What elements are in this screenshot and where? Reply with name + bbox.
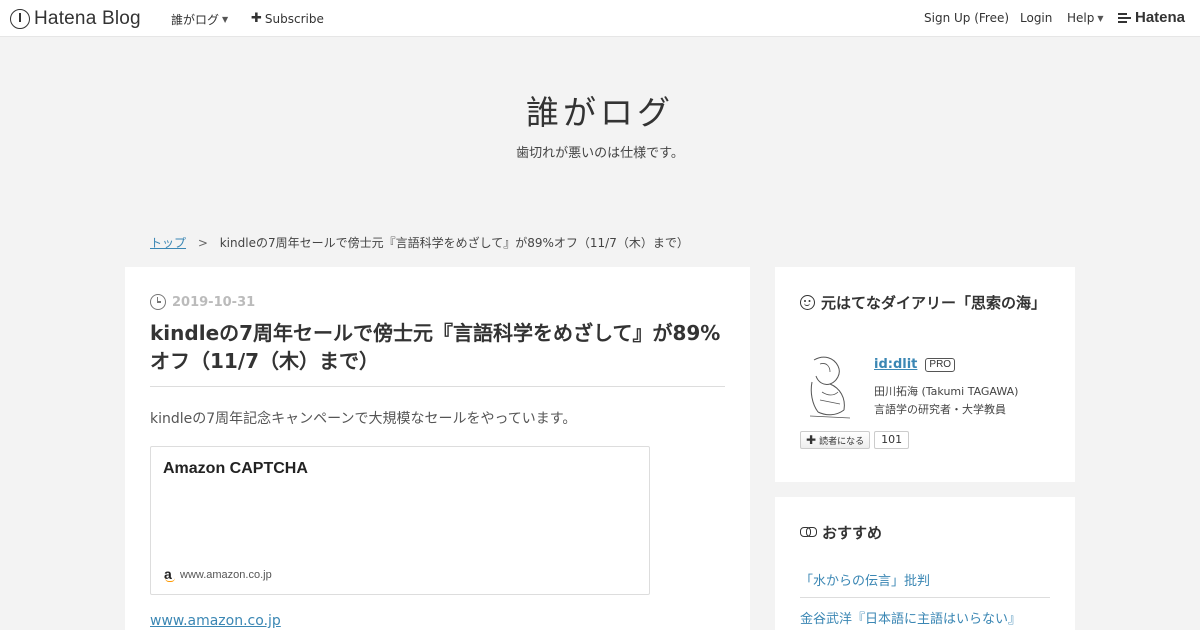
signup-link[interactable]: Sign Up (Free): [924, 11, 1009, 25]
profile-heading-text: 元はてなダイアリー「思索の海」: [821, 294, 1047, 312]
hatena-blog-logo[interactable]: Hatena Blog: [10, 8, 141, 30]
become-reader-button[interactable]: ✚ 読者になる: [800, 431, 871, 449]
entry-lead: kindleの7周年記念キャンペーンで大規模なセールをやっています。: [150, 411, 577, 427]
entry-date[interactable]: 2019-10-31: [150, 294, 255, 310]
caret-down-icon: ▼: [1097, 13, 1104, 23]
recommend-heading: おすすめ: [800, 521, 882, 545]
plus-icon: ✚: [806, 433, 817, 447]
amazon-link[interactable]: www.amazon.co.jp: [150, 613, 281, 629]
recommend-heading-text: おすすめ: [822, 524, 883, 542]
hatena-mark-icon: [1118, 12, 1131, 23]
amazon-favicon-icon: a: [164, 567, 175, 582]
subscribe-label: Subscribe: [264, 11, 324, 26]
profile-heading: 元はてなダイアリー「思索の海」: [800, 291, 1050, 315]
profile-id-link[interactable]: id:dlit: [874, 357, 917, 372]
entry-article: 2019-10-31 kindleの7周年セールで傍士元『言語科学をめざして』が…: [125, 267, 750, 630]
embed-source: a www.amazon.co.jp: [164, 567, 272, 582]
hatena-logo-text: Hatena: [1135, 9, 1186, 26]
pro-badge[interactable]: PRO: [925, 357, 956, 372]
link-embed-card[interactable]: Amazon CAPTCHA a www.amazon.co.jp: [150, 446, 650, 595]
recommend-item[interactable]: 「水からの伝言」批判: [800, 570, 1050, 598]
logo-text: Hatena Blog: [34, 8, 141, 29]
profile-module: 元はてなダイアリー「思索の海」 id:dlit PRO 田川拓海 (Takumi…: [775, 267, 1075, 482]
subscribe-widget: ✚ 読者になる 101: [800, 431, 910, 449]
profile-name: 田川拓海 (Takumi TAGAWA): [874, 385, 1019, 398]
recommend-module: おすすめ 「水からの伝言」批判 金谷武洋『日本語に主語はいらない』: [775, 497, 1075, 630]
link-icon: [800, 527, 817, 537]
embed-title: Amazon CAPTCHA: [163, 460, 308, 477]
embed-domain: www.amazon.co.jp: [180, 569, 272, 581]
clock-icon: [150, 294, 166, 310]
avatar-sketch: [809, 356, 851, 419]
breadcrumb-separator: >: [197, 236, 208, 250]
breadcrumb-home-link[interactable]: トップ: [150, 236, 186, 250]
subscriber-count[interactable]: 101: [874, 431, 910, 449]
entry-date-text: 2019-10-31: [172, 294, 256, 310]
breadcrumb-current: kindleの7周年セールで傍士元『言語科学をめざして』が89%オフ（11/7（…: [219, 236, 689, 250]
help-menu-button[interactable]: Help ▼: [1067, 11, 1104, 25]
entry-title[interactable]: kindleの7周年セールで傍士元『言語科学をめざして』が89%オフ（11/7（…: [150, 319, 725, 387]
become-reader-label: 読者になる: [819, 436, 865, 447]
hatena-logo[interactable]: Hatena: [1118, 9, 1185, 26]
global-header: Hatena Blog 誰がログ ▼ ✚ Subscribe Sign Up (…: [0, 0, 1200, 37]
avatar[interactable]: [800, 352, 860, 422]
blog-title[interactable]: 誰がログ: [0, 86, 1200, 134]
plus-icon: ✚: [251, 11, 262, 26]
help-label: Help: [1067, 11, 1095, 25]
profile-bio: 言語学の研究者・大学教員: [874, 403, 1006, 416]
caret-down-icon: ▼: [222, 15, 229, 24]
blog-menu-button[interactable]: 誰がログ ▼: [171, 11, 228, 28]
profile-id-row: id:dlit PRO: [874, 357, 956, 372]
subscribe-button[interactable]: ✚ Subscribe: [251, 11, 324, 26]
breadcrumb: トップ > kindleの7周年セールで傍士元『言語科学をめざして』が89%オフ…: [150, 234, 689, 251]
smile-icon: [800, 295, 815, 310]
hatena-blog-logo-icon: [10, 9, 30, 29]
recommend-item[interactable]: 金谷武洋『日本語に主語はいらない』: [800, 608, 1050, 627]
blog-description: 歯切れが悪いのは仕様です。: [516, 146, 684, 161]
login-link[interactable]: Login: [1020, 11, 1052, 25]
blog-menu-label: 誰がログ: [171, 13, 220, 27]
